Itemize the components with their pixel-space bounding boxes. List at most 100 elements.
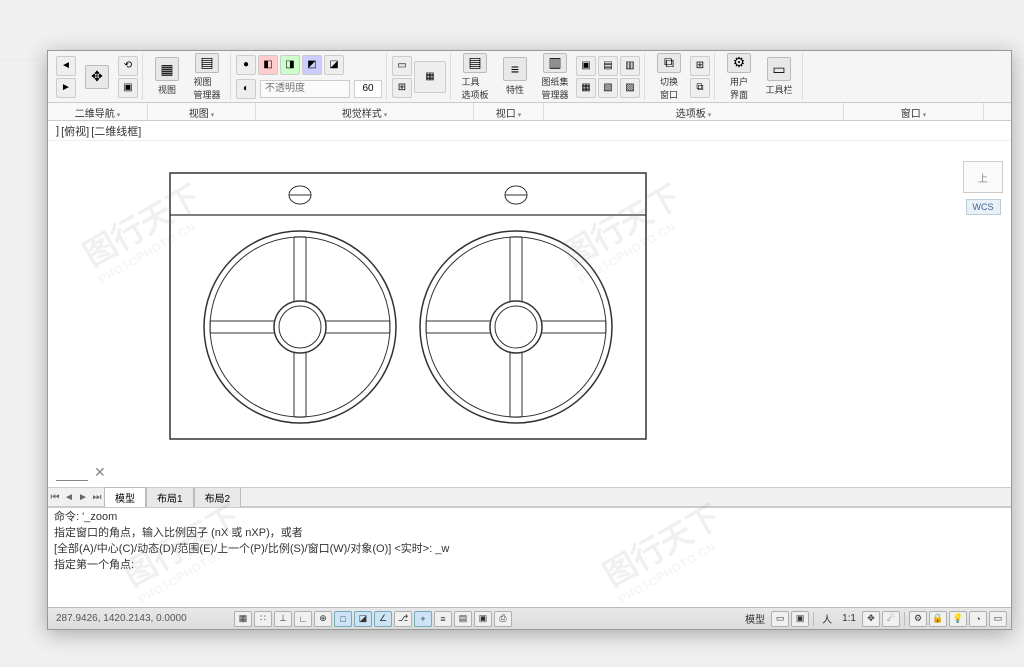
nav-back-icon[interactable]: ◄ — [56, 56, 76, 76]
palette3-icon[interactable]: ▥ — [620, 56, 640, 76]
sb-layout-max-icon[interactable]: ▣ — [791, 611, 809, 627]
sb-otrack-icon[interactable]: ∠ — [374, 611, 392, 627]
sb-infer-icon[interactable]: ⊥ — [274, 611, 292, 627]
win-cascade-icon[interactable]: ⧉ — [690, 78, 710, 98]
viewport-bracket: ] — [56, 125, 59, 137]
opacity-value-input[interactable] — [354, 80, 382, 98]
cmd-line: 指定窗口的角点，输入比例因子 (nX 或 nXP)，或者 — [54, 526, 1005, 542]
vp-single-icon[interactable]: ▭ — [392, 56, 412, 76]
sb-hw-icon[interactable]: 💡 — [949, 611, 967, 627]
sb-ws-icon[interactable]: ⚙ — [909, 611, 927, 627]
tab-last-icon[interactable]: ⏭ — [90, 492, 104, 503]
stove-drawing — [168, 171, 648, 441]
viewport-label-bar: ] [俯视] [二维线框] — [48, 121, 1011, 141]
palette4-icon[interactable]: ▦ — [576, 78, 596, 98]
view-button[interactable]: ▦ 视图 — [148, 53, 186, 101]
opacity-icon[interactable]: ◐ — [236, 79, 256, 99]
props-icon: ≡ — [503, 57, 527, 81]
cmd-line: [全部(A)/中心(C)/动态(D)/范围(E)/上一个(P)/比例(S)/窗口… — [54, 542, 1005, 558]
switch-win-icon: ⧉ — [657, 53, 681, 73]
cmd-prompt: 指定第一个角点: — [54, 558, 1005, 573]
sb-model-label[interactable]: 模型 — [741, 611, 769, 626]
ucs-close-icon[interactable]: ✕ — [94, 464, 106, 481]
coordinates-readout: 287.9426, 1420.2143, 0.0000 — [52, 613, 232, 624]
wcs-badge[interactable]: WCS — [966, 199, 1001, 215]
vp-join-icon[interactable]: ⊞ — [392, 78, 412, 98]
panel-nav2d[interactable]: 二维导航 — [48, 103, 148, 120]
drawing-canvas[interactable]: 上 WCS — [48, 141, 1011, 487]
sb-3dosnap-icon[interactable]: ◪ — [354, 611, 372, 627]
sb-iso-icon[interactable]: ◔ — [969, 611, 987, 627]
switch-window-button[interactable]: ⧉ 切换 窗口 — [650, 53, 688, 101]
sheets-icon: ▥ — [543, 53, 567, 73]
panel-visualstyle[interactable]: 视觉样式 — [256, 103, 474, 120]
toolbar-icon: ▭ — [767, 57, 791, 81]
tab-prev-icon[interactable]: ◄ — [62, 492, 76, 503]
layout-tabs: ⏮ ◄ ► ⏭ 模型 布局1 布局2 — [48, 487, 1011, 507]
sb-sc-icon[interactable]: ⎙ — [494, 611, 512, 627]
pan-button[interactable]: ✥ — [78, 53, 116, 101]
ucs-icon: ✕ — [56, 464, 106, 481]
user-interface-button[interactable]: ⚙ 用户 界面 — [720, 53, 758, 101]
sb-anno-icon[interactable]: 人 — [818, 611, 836, 626]
tab-model[interactable]: 模型 — [104, 487, 146, 507]
status-bar: 287.9426, 1420.2143, 0.0000 ▦ ∷ ⊥ ∟ ⊕ □ … — [48, 607, 1011, 629]
tab-first-icon[interactable]: ⏮ — [48, 492, 62, 503]
vs-cube1-icon[interactable]: ◧ — [258, 55, 278, 75]
view-icon: ▦ — [155, 57, 179, 81]
palette2-icon[interactable]: ▤ — [598, 56, 618, 76]
toolbar-button[interactable]: ▭ 工具栏 — [760, 53, 798, 101]
sb-qp-icon[interactable]: ▣ — [474, 611, 492, 627]
panel-palettes[interactable]: 选项板 — [544, 103, 844, 120]
palette1-icon[interactable]: ▣ — [576, 56, 596, 76]
sb-snap-icon[interactable]: ∷ — [254, 611, 272, 627]
sheetset-button[interactable]: ▥ 图纸集 管理器 — [536, 53, 574, 101]
properties-button[interactable]: ≡ 特性 — [496, 53, 534, 101]
ribbon-panel-labels: 二维导航 视图 视觉样式 视口 选项板 窗口 — [48, 103, 1011, 121]
tools-icon: ▤ — [463, 53, 487, 73]
tab-next-icon[interactable]: ► — [76, 492, 90, 503]
sb-dyn-icon[interactable]: + — [414, 611, 432, 627]
panel-viewport[interactable]: 视口 — [474, 103, 544, 120]
ribbon-toolbar: ◄ ► ✥ ⟲ ▣ ▦ 视图 ▤ 视图 管理器 ● — [48, 51, 1011, 103]
sb-lwt-icon[interactable]: ≡ — [434, 611, 452, 627]
pan-icon: ✥ — [85, 65, 109, 89]
sb-grid-icon[interactable]: ▦ — [234, 611, 252, 627]
sb-annoscale-icon[interactable]: ✥ — [862, 611, 880, 627]
sb-lock-icon[interactable]: 🔒 — [929, 611, 947, 627]
viewport-style-label[interactable]: [二维线框] — [91, 123, 141, 139]
tools-button[interactable]: ▤ 工具 选项板 — [456, 53, 494, 101]
sb-clean-icon[interactable]: ▭ — [989, 611, 1007, 627]
view-mgr-icon: ▤ — [195, 53, 219, 73]
viewport-view-label[interactable]: [俯视] — [61, 123, 89, 139]
palette5-icon[interactable]: ▧ — [598, 78, 618, 98]
sb-annovis-icon[interactable]: ☄ — [882, 611, 900, 627]
tab-layout2[interactable]: 布局2 — [194, 487, 242, 507]
vs-cube2-icon[interactable]: ◨ — [280, 55, 300, 75]
palette6-icon[interactable]: ▨ — [620, 78, 640, 98]
extent-icon[interactable]: ▣ — [118, 78, 138, 98]
sb-ducs-icon[interactable]: ⎇ — [394, 611, 412, 627]
vp-config-icon[interactable]: ▦ — [414, 61, 446, 93]
sb-layout-quick-icon[interactable]: ▭ — [771, 611, 789, 627]
vs-cube4-icon[interactable]: ◪ — [324, 55, 344, 75]
opacity-input[interactable] — [260, 80, 350, 98]
orbit-icon[interactable]: ⟲ — [118, 56, 138, 76]
panel-window[interactable]: 窗口 — [844, 103, 984, 120]
view-manager-button[interactable]: ▤ 视图 管理器 — [188, 53, 226, 101]
sb-polar-icon[interactable]: ⊕ — [314, 611, 332, 627]
tab-layout1[interactable]: 布局1 — [146, 487, 194, 507]
ui-icon: ⚙ — [727, 53, 751, 73]
sb-tpy-icon[interactable]: ▤ — [454, 611, 472, 627]
win-tile-icon[interactable]: ⊞ — [690, 56, 710, 76]
nav-fwd-icon[interactable]: ► — [56, 78, 76, 98]
sb-ortho-icon[interactable]: ∟ — [294, 611, 312, 627]
viewcube[interactable]: 上 — [963, 161, 1003, 193]
vs-cube3-icon[interactable]: ◩ — [302, 55, 322, 75]
cmd-line: 命令: '_zoom — [54, 510, 1005, 526]
vs-sphere-icon[interactable]: ● — [236, 55, 256, 75]
command-window[interactable]: 命令: '_zoom 指定窗口的角点，输入比例因子 (nX 或 nXP)，或者 … — [48, 507, 1011, 573]
sb-osnap-icon[interactable]: □ — [334, 611, 352, 627]
sb-scale[interactable]: 1:1 — [838, 613, 860, 624]
panel-view[interactable]: 视图 — [148, 103, 256, 120]
